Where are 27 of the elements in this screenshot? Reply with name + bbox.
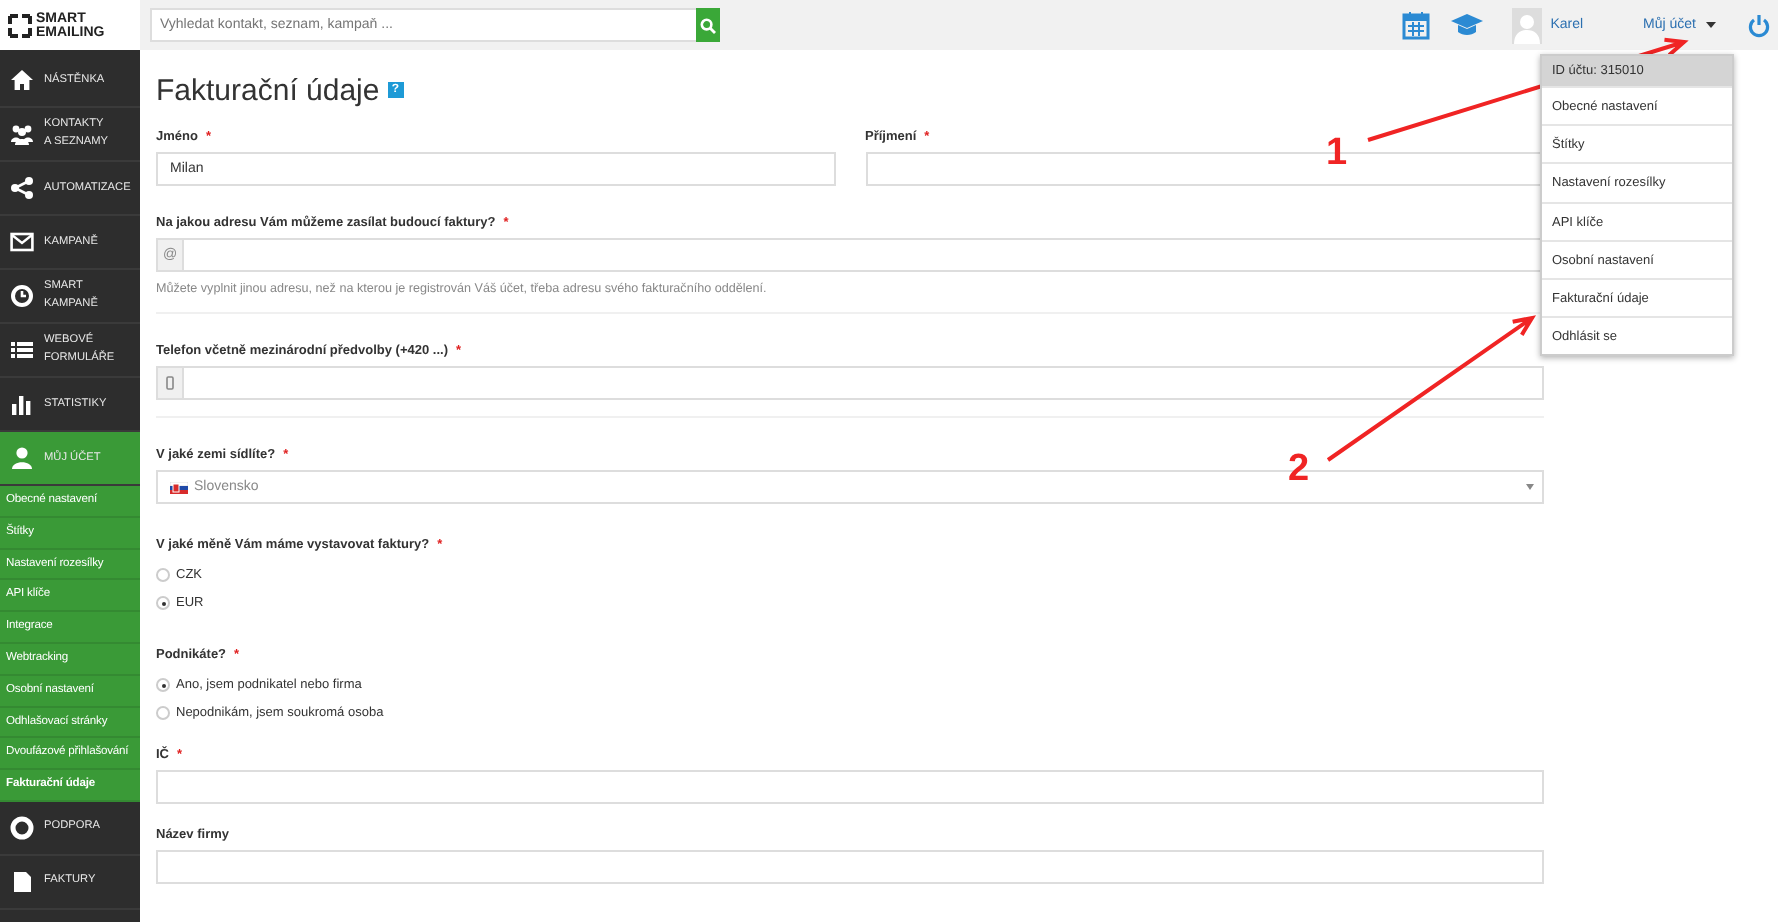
search-button[interactable]	[696, 8, 720, 42]
text-field[interactable]	[156, 850, 1544, 884]
home-icon	[10, 68, 34, 92]
lifebuoy-icon	[10, 815, 34, 840]
graduation-cap-icon[interactable]	[1450, 12, 1485, 38]
logo-icon	[8, 13, 32, 37]
document-icon	[10, 869, 34, 894]
share-icon	[10, 176, 34, 200]
user-icon	[10, 446, 34, 470]
list-icon	[10, 338, 34, 362]
power-icon[interactable]	[1748, 13, 1770, 37]
caret-icon	[1706, 22, 1716, 28]
text-field[interactable]	[156, 770, 1544, 804]
avatar-icon[interactable]	[1512, 7, 1543, 43]
phone-field[interactable]	[182, 366, 1544, 400]
phone-icon	[166, 376, 174, 390]
calendar-icon[interactable]	[1402, 10, 1431, 40]
flag-icon	[170, 481, 188, 493]
clock-icon	[10, 284, 34, 308]
email-field[interactable]	[182, 238, 1544, 272]
envelope-icon	[10, 230, 34, 254]
search-icon	[700, 17, 716, 33]
people-icon	[10, 122, 34, 146]
page-title: Fakturační údaje	[156, 73, 380, 107]
annotation-number: 1	[1326, 132, 1348, 174]
bar-chart-icon	[10, 392, 34, 416]
caret-icon	[1526, 484, 1534, 490]
